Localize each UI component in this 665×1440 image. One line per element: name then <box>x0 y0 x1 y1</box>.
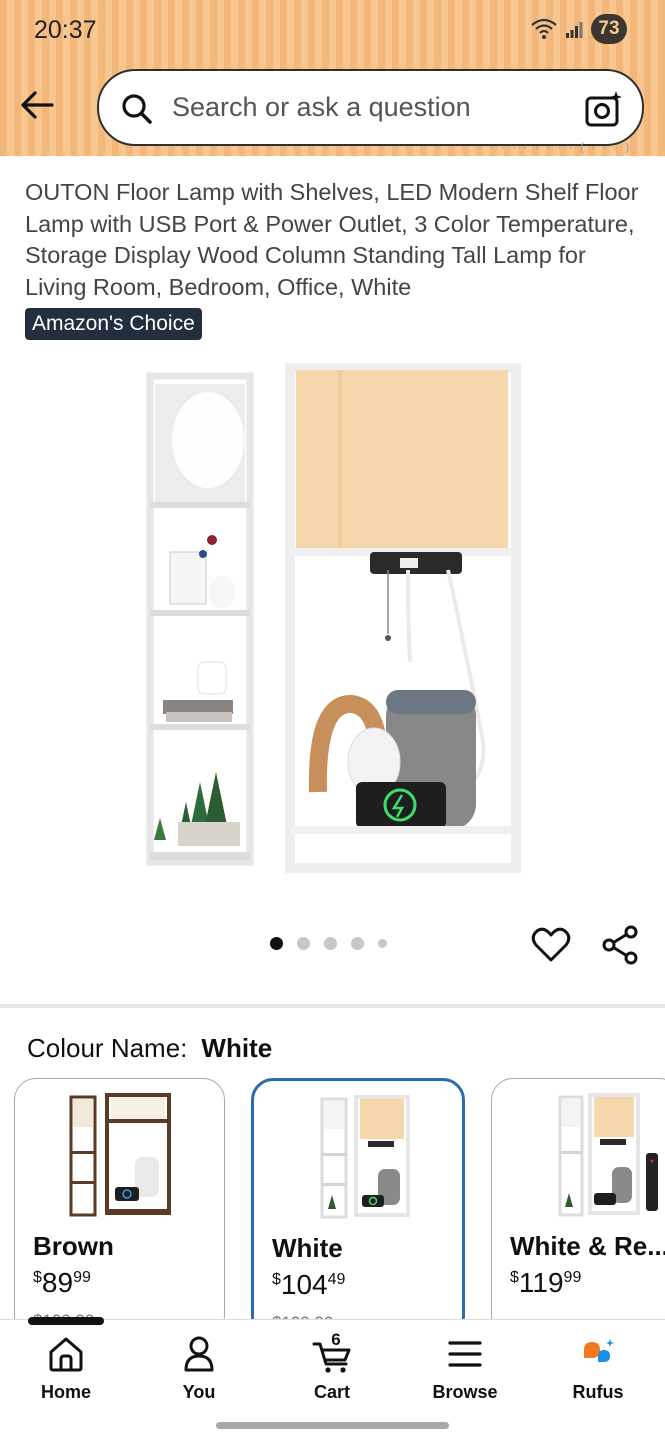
nav-you[interactable]: You <box>144 1334 254 1403</box>
nav-home-label: Home <box>40 1382 91 1402</box>
lamp-left-illustration <box>146 372 254 866</box>
colour-name-row: Colour Name: White <box>27 1033 272 1064</box>
wifi-icon <box>531 18 557 39</box>
menu-icon <box>448 1341 482 1367</box>
variant-price: $8999 <box>33 1267 91 1298</box>
amazons-choice-badge: Amazon's Choice <box>25 308 202 340</box>
variant-card-brown[interactable]: Brown $8999 $109.99 <box>14 1078 225 1338</box>
nav-browse[interactable]: Browse <box>410 1334 520 1403</box>
colour-name-value: White <box>201 1033 273 1063</box>
share-icon[interactable] <box>600 925 640 965</box>
carousel-dot-5[interactable] <box>378 939 387 948</box>
search-input[interactable]: Search or ask a question <box>97 69 644 146</box>
carousel-dot-1[interactable] <box>270 937 283 950</box>
battery-indicator: 73 <box>591 14 627 44</box>
nav-browse-label: Browse <box>432 1382 498 1402</box>
image-carousel-dots[interactable] <box>270 937 387 950</box>
nav-home[interactable]: Home <box>11 1334 121 1403</box>
colour-name-label: Colour Name: <box>27 1033 188 1063</box>
variant-card-white-remote[interactable]: White & Re... $11999 <box>491 1078 665 1338</box>
variant-price: $11999 <box>510 1267 582 1298</box>
product-title: OUTON Floor Lamp with Shelves, LED Moder… <box>25 179 639 300</box>
search-icon <box>122 94 152 124</box>
status-bar: 20:37 73 <box>0 0 665 62</box>
active-tab-indicator <box>28 1317 104 1325</box>
nav-cart[interactable]: 6 Cart <box>277 1330 387 1403</box>
product-image[interactable] <box>138 362 530 874</box>
cart-count-badge: 6 <box>331 1330 341 1349</box>
back-arrow-icon[interactable] <box>18 86 56 124</box>
camera-search-icon[interactable] <box>584 89 624 129</box>
app-header: 20:37 73 Search or ask a question · · · … <box>0 0 665 156</box>
rufus-icon <box>584 1339 614 1362</box>
nav-rufus[interactable]: Rufus <box>543 1334 653 1403</box>
carousel-dot-2[interactable] <box>297 937 310 950</box>
carousel-dot-3[interactable] <box>324 937 337 950</box>
signal-icon <box>566 22 583 38</box>
lamp-right-illustration <box>285 363 521 873</box>
variant-thumbnail <box>69 1093 171 1217</box>
variant-name: White & Re... <box>510 1231 665 1261</box>
home-icon <box>49 1337 83 1372</box>
carousel-dot-4[interactable] <box>351 937 364 950</box>
system-home-indicator[interactable] <box>216 1422 449 1429</box>
rating-peek: · · · · · · · · · ( · · · ) <box>478 140 632 154</box>
variant-name: White <box>272 1233 343 1263</box>
search-placeholder: Search or ask a question <box>172 92 471 122</box>
variant-name: Brown <box>33 1231 114 1261</box>
section-divider <box>0 1004 665 1008</box>
nav-you-label: You <box>182 1382 216 1402</box>
variant-card-white[interactable]: White $10449 $109.99 <box>251 1078 465 1338</box>
status-time: 20:37 <box>34 16 97 44</box>
nav-rufus-label: Rufus <box>572 1382 624 1402</box>
variant-thumbnail <box>320 1095 410 1219</box>
heart-icon[interactable] <box>531 925 571 965</box>
nav-cart-label: Cart <box>313 1382 350 1402</box>
variant-thumbnail <box>558 1093 658 1217</box>
user-icon <box>184 1336 214 1372</box>
variant-price: $10449 <box>272 1269 346 1300</box>
status-icons: 73 <box>531 14 627 44</box>
